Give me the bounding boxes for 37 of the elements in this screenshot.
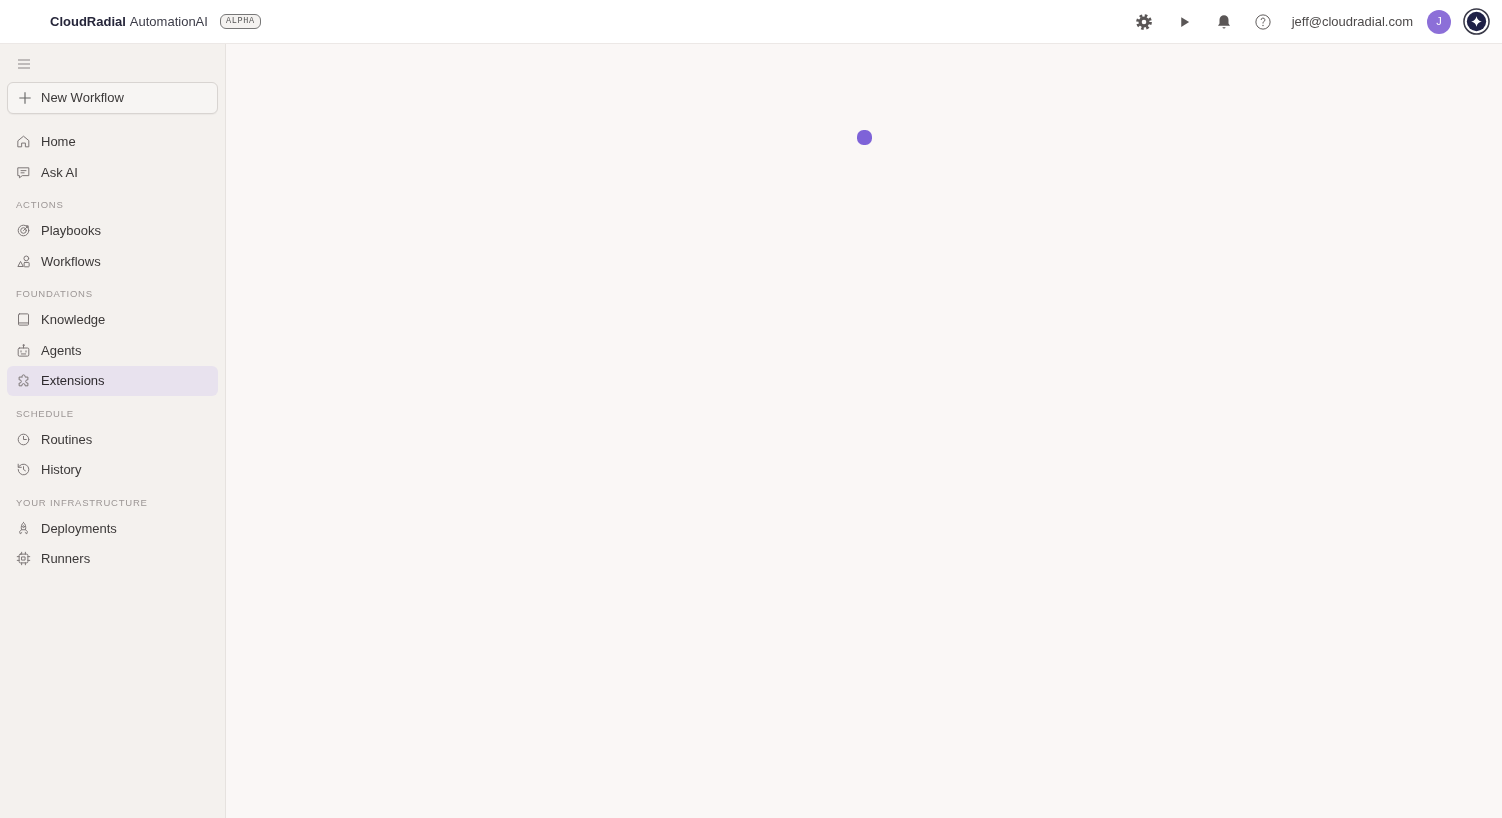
sidebar-item[interactable]: Runners <box>7 544 218 574</box>
sidebar-item[interactable]: Agents <box>7 335 218 365</box>
user-email[interactable]: jeff@cloudradial.com <box>1291 11 1413 32</box>
chip-icon <box>16 551 31 567</box>
settings-icon[interactable] <box>1134 12 1153 31</box>
message-icon <box>16 164 31 180</box>
plus-icon <box>18 91 32 105</box>
alpha-tag: ALPHA <box>219 14 261 29</box>
section-heading: ACTIONS <box>15 198 65 212</box>
history-icon <box>16 462 31 478</box>
new-workflow-button[interactable]: New Workflow <box>7 82 218 114</box>
loading-spinner-icon <box>856 130 872 145</box>
sparkle-logo-icon[interactable] <box>1463 8 1490 35</box>
sidebar-item[interactable]: Workflows <box>7 246 218 276</box>
sidebar-item[interactable]: Ask AI <box>7 157 218 187</box>
target-icon <box>16 223 31 239</box>
sidebar-item[interactable]: Deployments <box>7 513 218 543</box>
sidebar-item[interactable]: Extensions <box>7 366 218 396</box>
sidebar-item[interactable]: Home <box>7 127 218 157</box>
sidebar-item[interactable]: Routines <box>7 424 218 454</box>
sidebar-item[interactable]: Playbooks <box>7 216 218 246</box>
robot-icon <box>16 342 31 358</box>
shapes-icon <box>16 253 31 269</box>
brand-name: CloudRadial <box>50 12 126 31</box>
book-icon <box>16 312 31 328</box>
rocket-icon <box>16 520 31 536</box>
puzzle-icon <box>16 373 31 389</box>
sidebar-item[interactable]: Knowledge <box>7 305 218 335</box>
sidebar-item[interactable]: History <box>7 455 218 485</box>
product-name: AutomationAI <box>129 12 208 31</box>
home-icon <box>16 134 31 150</box>
help-icon[interactable] <box>1253 12 1272 31</box>
section-heading: YOUR INFRASTRUCTURE <box>15 495 149 510</box>
clock-icon <box>16 431 31 447</box>
section-heading: FOUNDATIONS <box>15 287 94 301</box>
section-heading: SCHEDULE <box>15 406 75 421</box>
user-avatar[interactable]: J <box>1427 9 1451 34</box>
